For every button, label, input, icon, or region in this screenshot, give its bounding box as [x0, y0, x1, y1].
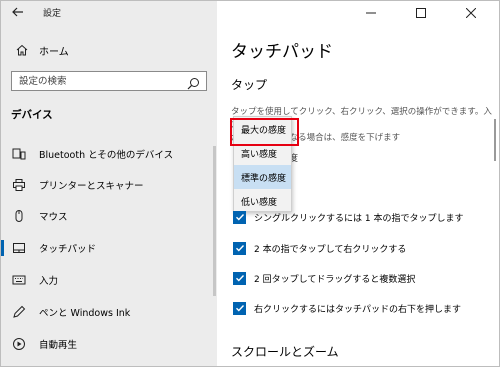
dropdown-option-selected[interactable]: 標準の感度 [234, 165, 291, 189]
tap-single-click-option[interactable]: シングルクリックするには 1 本の指でタップします [233, 208, 463, 226]
window-title: 設定 [43, 9, 62, 19]
sidebar-scrollbar[interactable] [213, 146, 216, 296]
page-title: タッチパッド [231, 42, 333, 62]
sidebar-item-autoplay[interactable]: 自動再生 [1, 329, 215, 359]
sidebar-item-label: 自動再生 [39, 340, 78, 351]
window-controls [349, 3, 499, 23]
section-title: デバイス [11, 109, 53, 121]
checkbox-label: シングルクリックするには 1 本の指でタップします [254, 213, 464, 224]
search-icon[interactable] [187, 75, 200, 94]
autoplay-icon [11, 336, 27, 352]
tap-section-title: タップ [231, 78, 268, 92]
touchpad-icon [11, 240, 27, 256]
scroll-zoom-section-title: スクロールとズーム [231, 345, 339, 359]
sidebar-item-label: プリンターとスキャナー [39, 181, 144, 192]
dropdown-option[interactable]: 高い感度 [234, 141, 291, 165]
back-arrow-icon[interactable] [11, 5, 25, 19]
search-box[interactable] [11, 71, 207, 91]
sidebar-item-printers[interactable]: プリンターとスキャナー [1, 170, 215, 200]
sidebar-item-label: マウス [39, 212, 68, 223]
sidebar-item-home[interactable]: ホーム [14, 41, 69, 59]
sidebar-item-touchpad[interactable]: タッチパッド [1, 233, 215, 263]
minimize-icon[interactable] [349, 3, 393, 23]
checkbox-label: 2 回タップしてドラッグすると複数選択 [254, 274, 416, 285]
home-icon [14, 42, 30, 58]
bottom-right-press-option[interactable]: 右クリックするにはタッチパッドの右下を押します [233, 299, 461, 317]
sidebar-item-label: ホーム [39, 46, 69, 58]
sidebar-item-input[interactable]: 入力 [1, 265, 215, 295]
close-icon[interactable] [449, 3, 493, 23]
sidebar-item-label: Bluetooth とその他のデバイス [39, 150, 174, 161]
printer-icon [11, 177, 27, 193]
checkbox-checked-icon[interactable] [233, 301, 246, 315]
bluetooth-device-icon [11, 146, 27, 162]
mouse-icon [11, 208, 27, 224]
keyboard-icon [11, 272, 27, 288]
checkbox-checked-icon[interactable] [233, 210, 246, 224]
pen-icon [11, 304, 27, 320]
double-tap-drag-option[interactable]: 2 回タップしてドラッグすると複数選択 [233, 269, 415, 287]
dropdown-option[interactable]: 最大の感度 [234, 117, 291, 141]
sidebar-item-pen[interactable]: ペンと Windows Ink [1, 297, 215, 327]
main-pane: タッチパッド タップ タップを使用してクリック、右クリック、選択の操作ができます… [217, 1, 499, 366]
checkbox-label: 2 本の指でタップして右クリックする [254, 244, 407, 255]
sidebar-item-label: 入力 [39, 276, 59, 287]
sidebar-item-label: タッチパッド [39, 244, 97, 255]
sidebar-item-label: ペンと Windows Ink [39, 308, 131, 319]
checkbox-checked-icon[interactable] [233, 271, 246, 285]
sidebar-item-bluetooth[interactable]: Bluetooth とその他のデバイス [1, 139, 215, 169]
sidebar: 設定 ホーム デバイス Bluetooth とその他のデバイス プリンターとスキ… [1, 1, 217, 366]
sensitivity-dropdown[interactable]: 最大の感度 高い感度 標準の感度 低い感度 [233, 116, 292, 212]
checkbox-checked-icon[interactable] [233, 241, 246, 255]
two-finger-right-click-option[interactable]: 2 本の指でタップして右クリックする [233, 239, 406, 257]
sidebar-item-mouse[interactable]: マウス [1, 201, 215, 231]
search-input[interactable] [12, 72, 182, 90]
maximize-icon[interactable] [399, 3, 443, 23]
checkbox-label: 右クリックするにはタッチパッドの右下を押します [254, 304, 462, 315]
main-scrollbar[interactable] [494, 119, 496, 161]
